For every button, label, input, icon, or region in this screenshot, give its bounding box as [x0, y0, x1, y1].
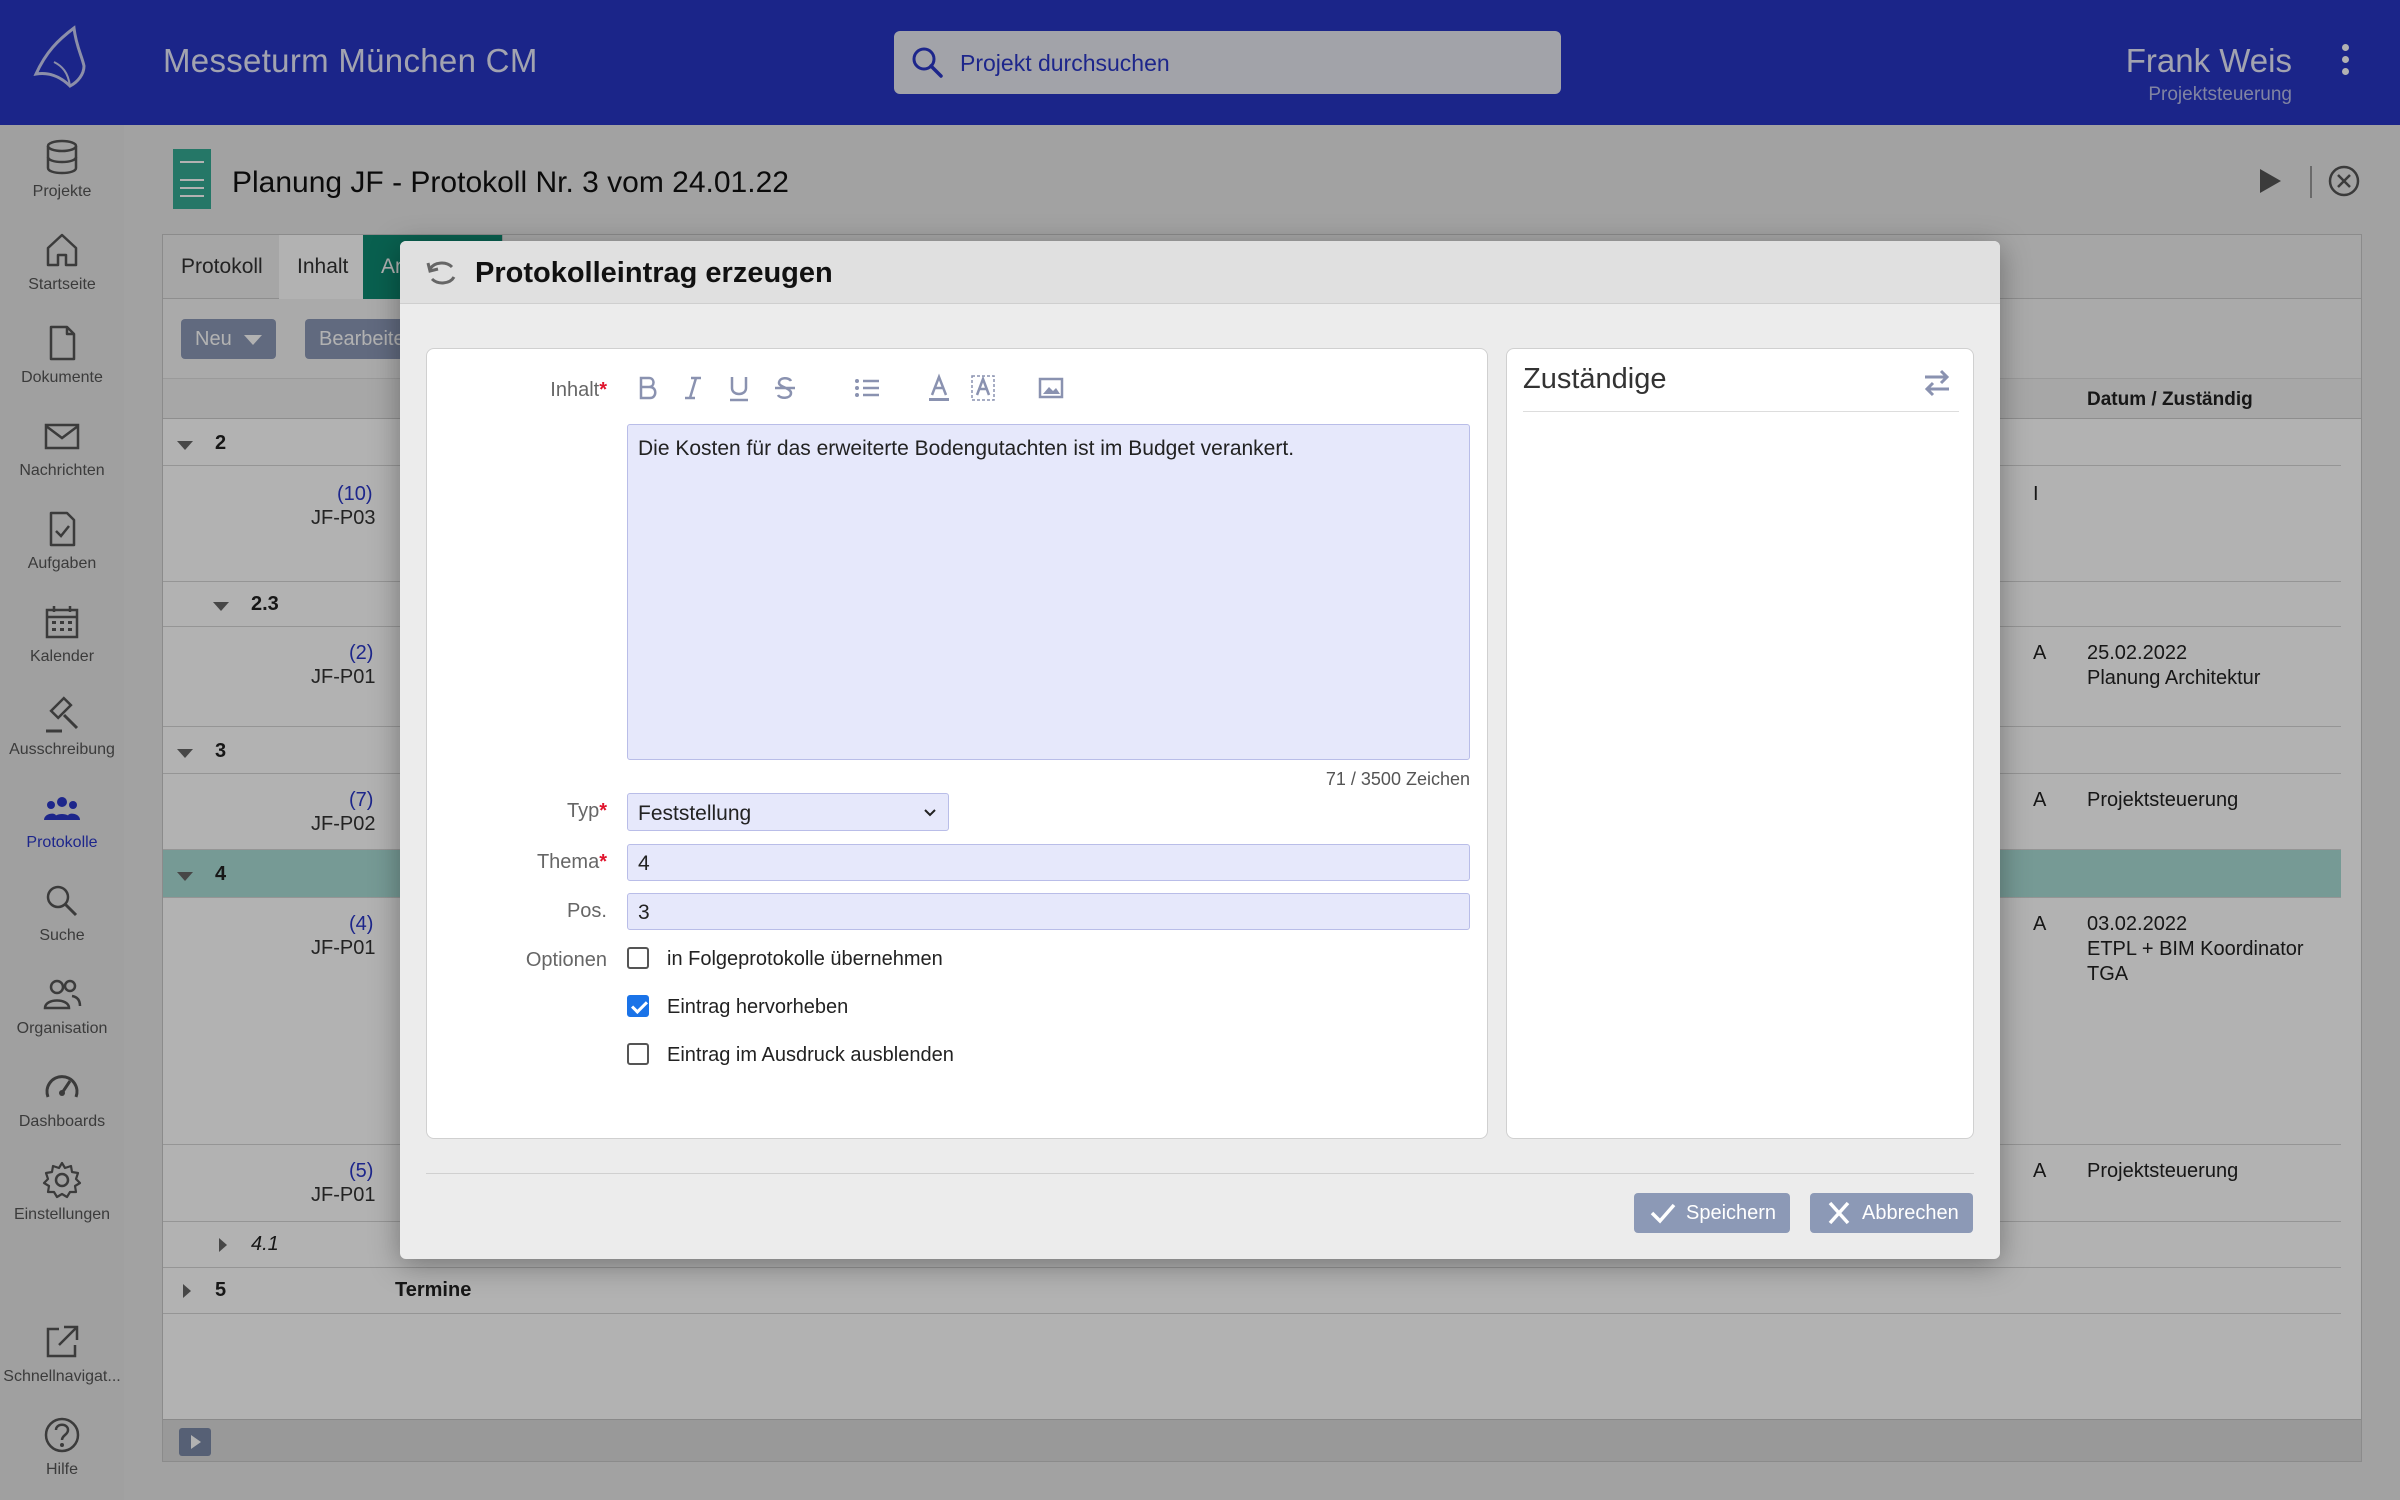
bullet-list-icon[interactable] — [853, 373, 881, 403]
position-label: Pos. — [566, 900, 607, 922]
close-icon — [1828, 1201, 1850, 1225]
responsible-panel: Zuständige — [1506, 348, 1974, 1139]
options-label: Optionen — [525, 949, 607, 971]
image-icon[interactable] — [1037, 373, 1065, 403]
topic-label: Thema* — [536, 851, 607, 873]
check-icon — [1650, 1203, 1676, 1224]
responsible-divider — [1523, 411, 1959, 412]
highlight-color-icon[interactable] — [969, 373, 997, 403]
hide-in-print-checkbox[interactable] — [627, 1043, 649, 1065]
type-select[interactable]: Feststellung — [627, 793, 949, 831]
dialog-header: Protokolleintrag erzeugen — [400, 241, 2000, 304]
type-label: Typ* — [566, 800, 607, 822]
cancel-label: Abbrechen — [1862, 1202, 1959, 1224]
content-label: Inhalt* — [550, 379, 607, 401]
cancel-button[interactable]: Abbrechen — [1810, 1193, 1973, 1233]
underline-icon[interactable] — [725, 373, 753, 403]
content-editor[interactable]: Die Kosten für das erweiterte Bodengutac… — [627, 424, 1470, 760]
dialog-title: Protokolleintrag erzeugen — [475, 257, 833, 289]
highlight-entry-label[interactable]: Eintrag hervorheben — [667, 996, 848, 1019]
type-value: Feststellung — [638, 802, 752, 825]
content-text: Die Kosten für das erweiterte Bodengutac… — [638, 437, 1295, 460]
topic-field[interactable]: 4 — [627, 844, 1470, 881]
position-value: 3 — [638, 901, 650, 924]
responsible-title: Zuständige — [1523, 363, 1667, 395]
italic-icon[interactable] — [679, 373, 707, 403]
entry-form: Inhalt* Die Kosten für das erweiterte Bo… — [426, 348, 1488, 1139]
strikethrough-icon[interactable] — [771, 373, 799, 403]
carry-over-checkbox[interactable] — [627, 947, 649, 969]
character-counter: 71 / 3500 Zeichen — [1325, 769, 1470, 789]
topic-value: 4 — [638, 852, 650, 875]
refresh-icon — [426, 261, 456, 285]
highlight-entry-checkbox[interactable] — [627, 995, 649, 1017]
create-protocol-entry-dialog: Protokolleintrag erzeugen Inhalt* Die Ko… — [400, 241, 2000, 1259]
position-field[interactable]: 3 — [627, 893, 1470, 930]
chevron-down-icon — [924, 809, 936, 817]
dialog-footer-divider — [426, 1173, 1974, 1174]
hide-in-print-label[interactable]: Eintrag im Ausdruck ausblenden — [667, 1044, 954, 1067]
carry-over-label[interactable]: in Folgeprotokolle übernehmen — [667, 948, 943, 971]
swap-arrows-icon[interactable] — [1921, 367, 1953, 399]
bold-icon[interactable] — [633, 373, 661, 403]
font-color-icon[interactable] — [925, 373, 953, 403]
save-button[interactable]: Speichern — [1634, 1193, 1791, 1233]
save-label: Speichern — [1686, 1202, 1777, 1224]
